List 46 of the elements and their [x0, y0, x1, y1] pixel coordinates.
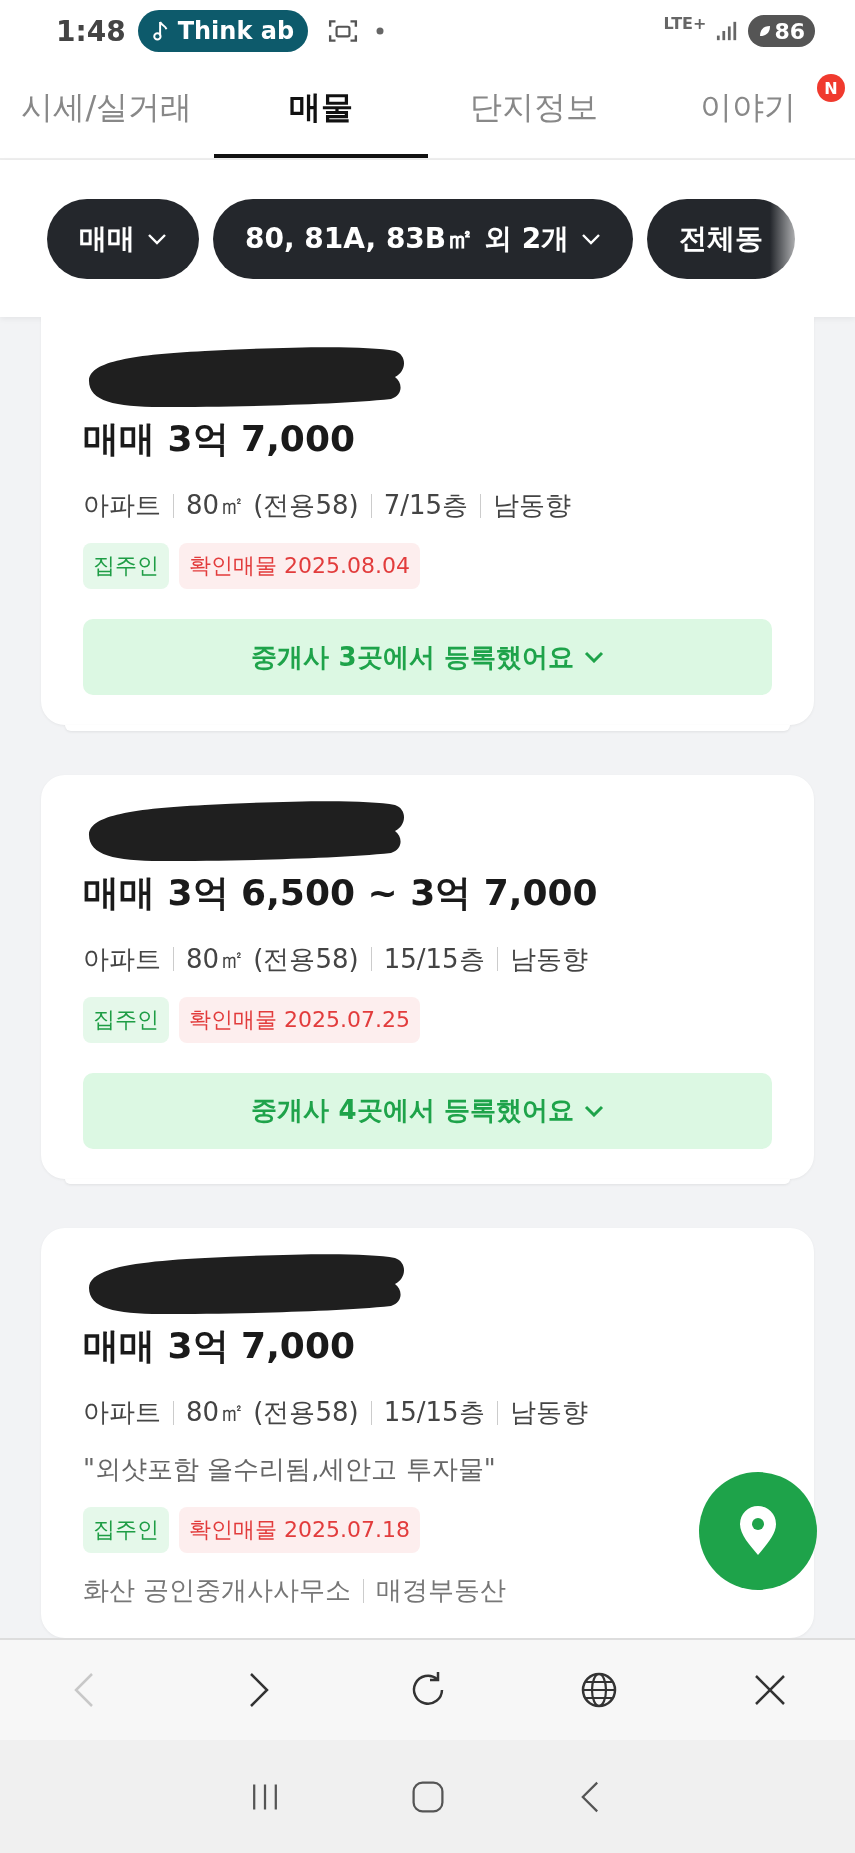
- listing-price: 매매 3억 7,000: [83, 1324, 356, 1368]
- listing-detail: 7/15층: [383, 489, 469, 522]
- listing-card[interactable]: 매매 3억 7,000 아파트 80㎡ (전용58) 15/15층 남동향 "외샷포함 올수리됨,세안고 투자물" 집주인 확인매물 2025.07.18 화산 공인중개사사무소 매경부동산: [41, 1228, 814, 1638]
- listing-tag: 집주인: [83, 543, 169, 589]
- signal-icon: [716, 20, 739, 42]
- listing-detail: 남동향: [509, 942, 588, 976]
- listing-tag: 집주인: [83, 996, 169, 1043]
- listing-card[interactable]: 매매 3억 7,000 아파트 80㎡ (전용58) 7/15층 남동향 집주인 확인매물 2025.08.04 중개사 3곳에서 등록했어요: [41, 317, 814, 725]
- listing-detail: 아파트: [83, 489, 161, 522]
- tab[interactable]: 단지정보: [427, 62, 642, 158]
- listing-price: 매매 3억 7,000: [83, 417, 356, 461]
- listing-detail: 남동향: [493, 489, 572, 522]
- listing-detail: 80㎡ (전용58): [186, 1396, 359, 1429]
- listing-detail: 80㎡ (전용58): [186, 942, 359, 976]
- agency-name[interactable]: 매경부동산: [376, 1573, 507, 1608]
- filter-chip[interactable]: 매매: [47, 198, 199, 279]
- listing-note: "외샷포함 올수리됨,세안고 투자물": [83, 1453, 497, 1486]
- listing-detail: 아파트: [83, 1396, 161, 1429]
- listing-detail: 80㎡ (전용58): [186, 489, 359, 522]
- battery-indicator: 86: [748, 15, 815, 47]
- music-note-icon: [151, 19, 170, 43]
- filter-chip[interactable]: 80, 81A, 83B㎡ 외 2개: [213, 198, 634, 279]
- network-label: LTE+: [663, 14, 707, 33]
- notification-dot-icon: [376, 27, 385, 35]
- listing-tag: 확인매물 2025.07.18: [179, 1507, 420, 1553]
- listing-detail: 남동향: [509, 1396, 588, 1429]
- listing-price: 매매 3억 6,500 ~ 3억 7,000: [83, 870, 599, 915]
- listing-detail: 15/15층: [383, 942, 485, 976]
- media-chip[interactable]: Think ab: [137, 10, 309, 52]
- filter-chip[interactable]: 전체동: [647, 198, 796, 279]
- status-time: 1:48: [56, 14, 126, 48]
- listing-detail: 15/15층: [383, 1396, 485, 1429]
- listing-detail: 아파트: [83, 942, 161, 976]
- home-icon[interactable]: [409, 1778, 446, 1815]
- location-pin-icon: [738, 1505, 778, 1557]
- listing-tag: 집주인: [83, 1507, 169, 1553]
- caret-icon: [583, 1104, 604, 1117]
- listing-tag: 확인매물 2025.07.25: [179, 996, 420, 1043]
- new-badge: N: [817, 74, 845, 102]
- tab[interactable]: 이야기 N: [641, 62, 855, 158]
- tab[interactable]: 시세/실거래: [0, 62, 214, 158]
- listing-card[interactable]: 매매 3억 6,500 ~ 3억 7,000 아파트 80㎡ (전용58) 15/15층 남동향 집주인 확인매물 2025.07.25 중개사 4곳에서 등록했어요: [41, 774, 814, 1179]
- listing-tag: 확인매물 2025.08.04: [179, 543, 420, 589]
- caret-icon: [583, 651, 604, 663]
- agency-name[interactable]: 화산 공인중개사사무소: [83, 1573, 352, 1608]
- screenshot-icon: [328, 18, 359, 44]
